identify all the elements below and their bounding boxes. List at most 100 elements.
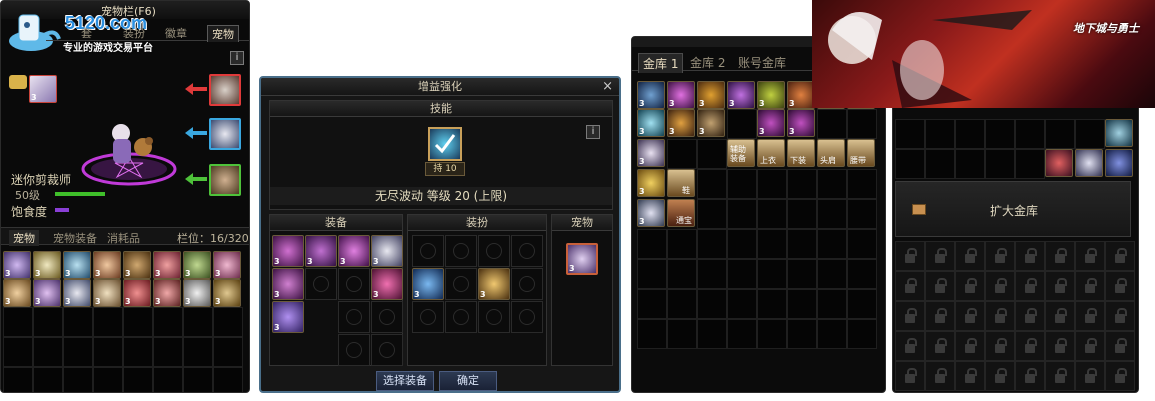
vault-item[interactable]: 3	[727, 81, 755, 109]
equipment-item[interactable]: 3	[272, 268, 304, 300]
tab-set[interactable]: 套	[81, 25, 92, 41]
vault-item-belt[interactable]: 腰带	[847, 139, 875, 167]
lock-icon	[925, 331, 955, 361]
pet-item[interactable]: 3	[3, 279, 31, 307]
vault-item-bottom[interactable]: 下装	[787, 139, 815, 167]
close-icon[interactable]: ×	[602, 79, 613, 94]
pet-level: 50级	[15, 189, 40, 202]
vault-item-shoes[interactable]: 鞋	[667, 169, 695, 197]
avatar-grid: 3 3	[412, 235, 543, 333]
equipment-item[interactable]: 3	[371, 235, 403, 267]
tab-avatar[interactable]: 装扮	[123, 25, 145, 41]
pet-equip-slot-blue[interactable]	[209, 118, 241, 150]
pet-item[interactable]: 3	[123, 279, 151, 307]
tab-bottom-pet[interactable]: 宠物	[9, 230, 39, 246]
skill-tag: 持 10	[425, 162, 465, 176]
lock-icon	[1045, 331, 1075, 361]
pet-item[interactable]: 3	[93, 279, 121, 307]
vault-item[interactable]	[1105, 119, 1133, 147]
buff-panel-title-bar: 增益强化	[261, 78, 619, 96]
tab-account-vault[interactable]: 账号金库	[738, 54, 786, 71]
pet-item[interactable]: 3	[3, 251, 31, 279]
pet-item[interactable]: 3	[63, 251, 91, 279]
vault-item[interactable]	[1105, 149, 1133, 177]
equipment-item[interactable]: 3	[305, 235, 337, 267]
pet-item[interactable]: 3	[183, 251, 211, 279]
pet-panel: 宠物栏(F6) 5120.com 专业的游戏交易平台 套 装扮 徽章 宠物 i …	[0, 0, 250, 393]
equipment-item[interactable]: 3	[272, 301, 304, 333]
avatar-item[interactable]: 3	[412, 268, 444, 300]
lock-icon	[955, 361, 985, 391]
expand-vault-button[interactable]: 扩大金库	[895, 181, 1131, 237]
arrow-green-icon	[185, 173, 207, 185]
vault-item-top[interactable]: 上衣	[757, 139, 785, 167]
vault-item[interactable]: 3	[637, 81, 665, 109]
vault-item-tongbao[interactable]: 通宝	[667, 199, 695, 227]
pet-equip-slot-green[interactable]	[209, 164, 241, 196]
satiety-bar	[55, 208, 69, 212]
vault-item-shoulder[interactable]: 头肩	[817, 139, 845, 167]
pet-item[interactable]: 3	[33, 279, 61, 307]
lock-icon	[1075, 331, 1105, 361]
equipment-item[interactable]: 3	[272, 235, 304, 267]
banner-art	[828, 10, 1032, 108]
pet-item[interactable]: 3	[213, 279, 241, 307]
lock-icon	[1075, 271, 1105, 301]
vault-item[interactable]: 3	[667, 109, 695, 137]
vault-item[interactable]	[1075, 149, 1103, 177]
pet-item[interactable]: 3	[213, 251, 241, 279]
vault-item[interactable]	[1045, 149, 1073, 177]
vault-item[interactable]: 3	[697, 81, 725, 109]
tab-pet[interactable]: 宠物	[207, 25, 239, 42]
tab-vault-1[interactable]: 金库 1	[638, 53, 684, 73]
vault-item[interactable]: 3	[637, 139, 665, 167]
lock-icon	[1105, 241, 1135, 271]
vault-item[interactable]: 3	[757, 109, 785, 137]
pet-item[interactable]: 3	[33, 251, 61, 279]
tab-bottom-consumables[interactable]: 消耗品	[107, 230, 140, 246]
lock-icon	[895, 271, 925, 301]
confirm-button[interactable]: 确定	[439, 371, 497, 391]
pet-header: 宠物	[552, 215, 612, 231]
skill-area: 技能 i 持 10 无尽波动 等级 20 (上限)	[269, 100, 613, 210]
lock-icon	[895, 301, 925, 331]
pet-item[interactable]: 3	[93, 251, 121, 279]
avatar-item[interactable]: 3	[478, 268, 510, 300]
info-button[interactable]: i	[586, 125, 600, 139]
vault-item[interactable]: 3	[637, 169, 665, 197]
lock-icon	[895, 331, 925, 361]
vault-item[interactable]: 3	[787, 109, 815, 137]
pet-item[interactable]: 3	[566, 243, 598, 275]
lock-icon	[985, 271, 1015, 301]
tab-bottom-pet-equipment[interactable]: 宠物装备	[53, 230, 97, 246]
slot-count: 栏位：16/320	[177, 232, 249, 245]
vault-item[interactable]: 3	[787, 81, 815, 109]
lock-icon	[1045, 241, 1075, 271]
game-banner: 地下城与勇士	[812, 0, 1155, 108]
skill-icon[interactable]	[428, 127, 462, 161]
vault-item[interactable]: 3	[637, 109, 665, 137]
tab-emblem[interactable]: 徽章	[165, 25, 187, 41]
lock-icon	[1015, 271, 1045, 301]
equipment-item[interactable]: 3	[371, 268, 403, 300]
vault-item[interactable]: 3	[637, 199, 665, 227]
equipped-pet-slot[interactable]: 3	[29, 75, 57, 103]
vault-item-support-equipment[interactable]: 辅助装备	[727, 139, 755, 167]
select-equipment-button[interactable]: 选择装备	[376, 371, 434, 391]
pet-item[interactable]: 3	[183, 279, 211, 307]
vault-item[interactable]: 3	[757, 81, 785, 109]
pet-equip-slot-red[interactable]	[209, 74, 241, 106]
equipment-item[interactable]: 3	[338, 235, 370, 267]
tab-vault-2[interactable]: 金库 2	[690, 54, 725, 71]
lock-icon	[895, 361, 925, 391]
info-button[interactable]: i	[230, 51, 244, 65]
pet-item[interactable]: 3	[123, 251, 151, 279]
pet-name: 迷你剪裁师	[11, 173, 72, 187]
vault-item[interactable]: 3	[697, 109, 725, 137]
pet-item[interactable]: 3	[153, 251, 181, 279]
pet-item[interactable]: 3	[63, 279, 91, 307]
lock-icon	[1105, 331, 1135, 361]
lock-icon	[1105, 301, 1135, 331]
vault-item[interactable]: 3	[667, 81, 695, 109]
pet-item[interactable]: 3	[153, 279, 181, 307]
